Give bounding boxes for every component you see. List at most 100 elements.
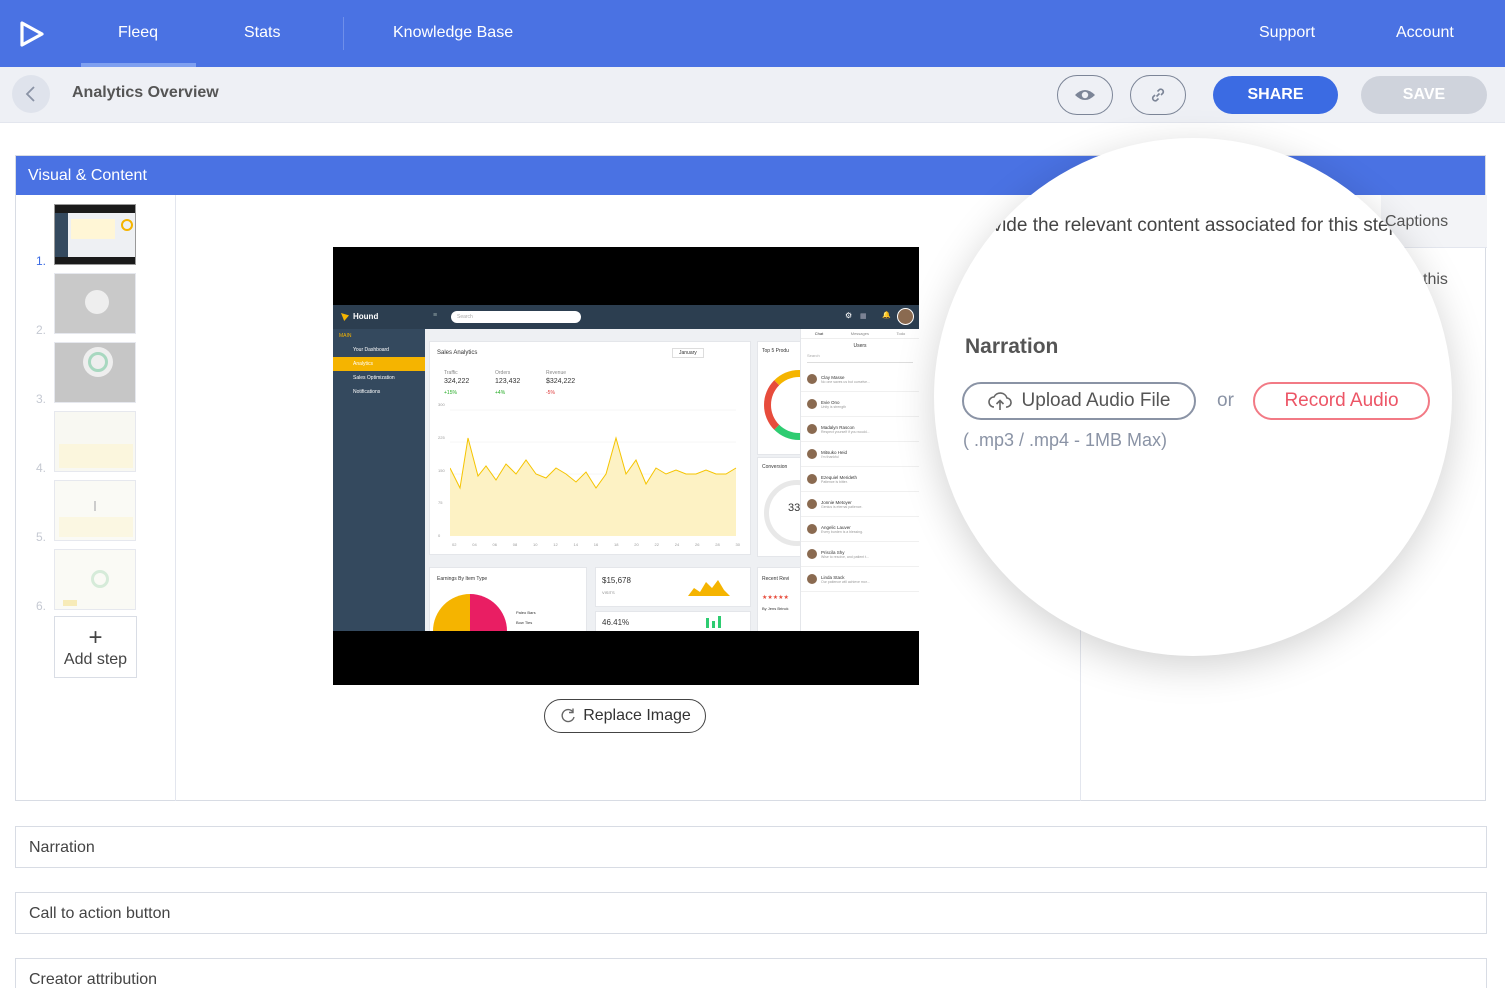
dash-nav-item: Your Dashboard	[353, 347, 389, 353]
step-item[interactable]: 2.	[16, 273, 176, 337]
period-select: January	[672, 348, 704, 358]
x-tick: 14	[573, 542, 578, 547]
x-tick: 12	[553, 542, 558, 547]
replace-image-label: Replace Image	[583, 707, 691, 724]
top-products-title: Top 5 Produ	[762, 348, 789, 354]
dashboard-screenshot: Hound ≡ Search ⚙ ▦ 🔔 MAIN Your Dashboard…	[333, 305, 919, 631]
percent-card: 46.41%	[595, 611, 751, 631]
preview-button[interactable]	[1057, 75, 1113, 115]
fleeq-logo-icon[interactable]	[18, 20, 46, 48]
step-item[interactable]: 1.	[16, 204, 176, 268]
user-name: Mitsuko Heid	[821, 449, 848, 455]
sales-analytics-card: Sales Analytics January Traffic 324,222 …	[429, 341, 751, 555]
bell-icon: 🔔	[882, 312, 891, 319]
x-tick: 04	[472, 542, 477, 547]
section-narration[interactable]: Narration	[15, 826, 1487, 868]
metric-value: 123,432	[495, 378, 521, 385]
step-item[interactable]: 6.	[16, 549, 176, 613]
step-number: 5.	[36, 530, 47, 544]
nav-fleeq[interactable]: Fleeq	[80, 0, 197, 67]
step-item[interactable]: 4.	[16, 411, 176, 475]
nav-stats[interactable]: Stats	[244, 0, 280, 67]
nav-account[interactable]: Account	[1396, 0, 1454, 67]
user-row: Evie Ono Unity is strength	[801, 392, 919, 417]
step-thumbnail[interactable]	[54, 204, 136, 265]
dash-sidebar: MAIN Your Dashboard Analytics Sales Opti…	[333, 329, 425, 631]
chat-tab: Chat	[814, 331, 824, 336]
step-item[interactable]: 5.	[16, 480, 176, 544]
refresh-icon	[561, 708, 575, 723]
step-item[interactable]: 3.	[16, 342, 176, 406]
x-tick: 08	[512, 542, 518, 547]
nav-knowledge-base[interactable]: Knowledge Base	[393, 0, 513, 67]
section-creator-attribution[interactable]: Creator attribution	[15, 958, 1487, 988]
chevron-left-icon	[25, 86, 35, 102]
x-axis-ticks: 02 04 06 08 10 12 14 16 18 20 22 24 26 2…	[452, 542, 740, 547]
user-message: I'm thankful	[821, 454, 839, 459]
step-thumbnail[interactable]	[54, 342, 136, 403]
upload-audio-button[interactable]: Upload Audio File	[962, 382, 1196, 420]
sub-header: Analytics Overview SHARE SAVE	[0, 67, 1505, 123]
users-title: Users	[853, 343, 867, 349]
user-row: Clay Masse No one saves us but ourselve..…	[801, 367, 919, 392]
eye-icon	[1075, 90, 1095, 100]
user-row: Linda Stack Our patience will achieve mor…	[801, 567, 919, 592]
section-call-to-action[interactable]: Call to action button	[15, 892, 1487, 934]
x-tick: 02	[452, 542, 457, 547]
x-tick: 18	[614, 542, 619, 547]
x-tick: 06	[492, 542, 497, 547]
metric-label: Traffic	[444, 370, 458, 376]
x-tick: 24	[674, 542, 680, 547]
earnings-pie	[433, 594, 507, 631]
dash-search: Search	[451, 311, 581, 323]
stars-icon: ★★★★★	[762, 595, 789, 601]
user-message: Genius is eternal patience.	[821, 504, 863, 509]
step-number: 6.	[36, 599, 47, 613]
page-title: Analytics Overview	[72, 84, 219, 101]
step-thumbnail[interactable]	[54, 480, 136, 541]
user-row: Angelic Lauver Every burden is a blessing…	[801, 517, 919, 542]
or-label: or	[1217, 390, 1234, 411]
nav-support[interactable]: Support	[1259, 0, 1315, 67]
back-button[interactable]	[12, 75, 50, 113]
sales-title: Sales Analytics	[437, 350, 478, 356]
x-tick: 22	[654, 542, 659, 547]
step-number: 1.	[36, 254, 47, 268]
y-tick: 0	[438, 533, 441, 538]
y-tick: 300	[438, 402, 445, 407]
visits-label: VISITS	[602, 590, 615, 595]
metric-delta: +15%	[444, 390, 457, 396]
metric-label: Revenue	[546, 370, 567, 376]
chat-tabs: Chat Messages Todo	[801, 329, 919, 339]
y-axis-ticks: 300 225 150 75 0	[438, 402, 445, 538]
user-message: Every burden is a blessing.	[821, 529, 864, 534]
step-image[interactable]: Hound ≡ Search ⚙ ▦ 🔔 MAIN Your Dashboard…	[333, 247, 919, 685]
step-thumbnail[interactable]	[54, 549, 136, 610]
avatar	[807, 499, 817, 509]
step-thumbnail[interactable]	[54, 273, 136, 334]
avatar	[807, 524, 817, 534]
chat-tab: Messages	[850, 331, 869, 336]
add-step-button[interactable]: + Add step	[54, 616, 137, 678]
visits-value: $15,678	[602, 576, 631, 585]
traffic-line-chart	[450, 409, 737, 536]
narration-heading: Narration	[965, 335, 1059, 358]
save-button[interactable]: SAVE	[1361, 76, 1487, 114]
user-row: Jonnie Metoyer Genius is eternal patience…	[801, 492, 919, 517]
upload-audio-label: Upload Audio File	[1021, 390, 1171, 411]
dash-topbar: Hound ≡ Search ⚙ ▦ 🔔	[333, 305, 919, 329]
percent-value: 46.41%	[602, 618, 630, 627]
record-audio-button[interactable]: Record Audio	[1253, 382, 1430, 420]
x-tick: 16	[593, 542, 599, 547]
visits-sparkline	[688, 580, 730, 596]
user-message: Patience is bitter.	[821, 479, 848, 484]
share-button[interactable]: SHARE	[1213, 76, 1338, 114]
copy-link-button[interactable]	[1130, 75, 1186, 115]
replace-image-button[interactable]: Replace Image	[544, 699, 706, 733]
y-tick: 75	[438, 500, 443, 506]
step-thumbnail[interactable]	[54, 411, 136, 472]
metric-delta: +4%	[495, 390, 506, 396]
metric-value: 324,222	[444, 378, 470, 385]
dash-brand: Hound	[353, 312, 379, 321]
visual-canvas: Hound ≡ Search ⚙ ▦ 🔔 MAIN Your Dashboard…	[176, 195, 1081, 801]
